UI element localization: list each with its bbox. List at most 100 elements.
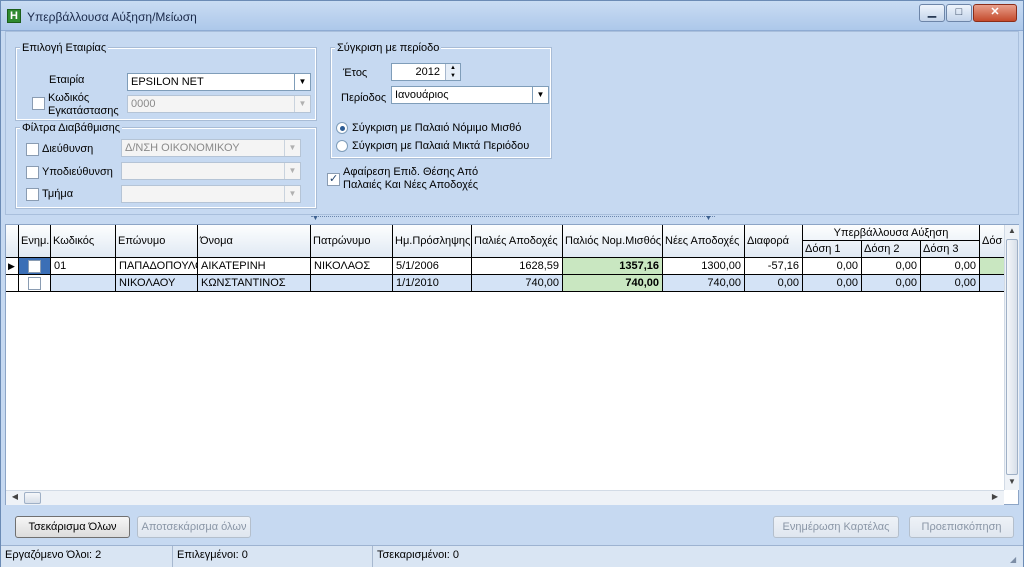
dose-3-cell[interactable]: 0,00 <box>921 258 980 275</box>
chevron-down-icon[interactable]: ▼ <box>284 140 300 156</box>
horizontal-scroll-thumb[interactable] <box>24 492 41 504</box>
old-legal-salary-cell[interactable]: 740,00 <box>563 275 663 292</box>
name-cell[interactable]: ΑΙΚΑΤΕΡΙΝΗ <box>198 258 311 275</box>
dose-1-cell[interactable]: 0,00 <box>803 258 862 275</box>
hire-date-cell[interactable]: 1/1/2010 <box>393 275 472 292</box>
surname-cell[interactable]: ΠΑΠΑΔΟΠΟΥΛΟΥ <box>116 258 198 275</box>
subdirection-combo[interactable]: ▼ <box>121 162 301 180</box>
new-earnings-cell[interactable]: 740,00 <box>663 275 745 292</box>
enabled-cell[interactable] <box>19 275 51 292</box>
table-row[interactable]: ▶ 01 ΠΑΠΑΔΟΠΟΥΛΟΥ ΑΙΚΑΤΕΡΙΝΗ ΝΙΚΟΛΑΟΣ 5/… <box>6 258 1004 275</box>
check-all-button[interactable]: Τσεκάρισμα Όλων <box>15 516 130 538</box>
surname-cell[interactable]: ΝΙΚΟΛΑΟΥ <box>116 275 198 292</box>
radio-legal-salary-label[interactable]: Σύγκριση με Παλαιό Νόμιμο Μισθό <box>352 122 521 134</box>
row-enabled-checkbox[interactable] <box>28 260 41 273</box>
radio-gross-period[interactable] <box>336 140 348 152</box>
direction-checkbox[interactable] <box>26 143 39 156</box>
vertical-scroll-thumb[interactable] <box>1006 239 1018 475</box>
update-card-button[interactable]: Ενημέρωση Καρτέλας <box>773 516 899 538</box>
scroll-left-icon[interactable]: ◀ <box>8 492 22 501</box>
vertical-scrollbar[interactable]: ▲ ▼ <box>1004 225 1019 490</box>
col-dose-2[interactable]: Δόση 2 <box>862 241 921 258</box>
subdirection-checkbox[interactable] <box>26 166 39 179</box>
col-fathers-name[interactable]: Πατρώνυμο <box>311 225 393 258</box>
radio-gross-period-label[interactable]: Σύγκριση με Παλαιά Μικτά Περιόδου <box>352 140 529 152</box>
table-row[interactable]: ΝΙΚΟΛΑΟΥ ΚΩΝΣΤΑΝΤΙΝΟΣ 1/1/2010 740,00 74… <box>6 275 1004 292</box>
scroll-right-icon[interactable]: ▶ <box>988 492 1002 501</box>
chevron-down-icon[interactable]: ▼ <box>284 163 300 179</box>
splitter-arrow-icon[interactable]: ▼ <box>705 215 712 222</box>
col-dose-1[interactable]: Δόση 1 <box>803 241 862 258</box>
row-indicator-header <box>6 225 19 258</box>
department-combo[interactable]: ▼ <box>121 185 301 203</box>
chevron-down-icon[interactable]: ▼ <box>294 96 310 112</box>
col-old-legal-salary[interactable]: Παλιός Νομ.Μισθός <box>563 225 663 258</box>
old-earnings-cell[interactable]: 740,00 <box>472 275 563 292</box>
col-name[interactable]: Όνομα <box>198 225 311 258</box>
maximize-button[interactable]: □ <box>946 4 972 22</box>
hire-date-cell[interactable]: 5/1/2006 <box>393 258 472 275</box>
fathers-name-cell[interactable]: ΝΙΚΟΛΑΟΣ <box>311 258 393 275</box>
horizontal-scrollbar[interactable]: ◀ ▶ <box>6 490 1004 505</box>
title-bar[interactable]: H Υπερβάλλουσα Αύξηση/Μείωση ▁ □ ✕ <box>1 1 1023 31</box>
enabled-cell[interactable] <box>19 258 51 275</box>
dose-2-cell[interactable]: 0,00 <box>862 275 921 292</box>
period-value: Ιανουάριος <box>395 89 449 101</box>
period-combo[interactable]: Ιανουάριος ▼ <box>391 86 549 104</box>
row-enabled-checkbox[interactable] <box>28 277 41 290</box>
close-button[interactable]: ✕ <box>973 4 1017 22</box>
minimize-button[interactable]: ▁ <box>919 4 945 22</box>
panel-splitter[interactable] <box>311 216 715 223</box>
dose-2-cell[interactable]: 0,00 <box>862 258 921 275</box>
preview-button[interactable]: Προεπισκόπηση <box>909 516 1014 538</box>
uncheck-all-button[interactable]: Αποτσεκάρισμα όλων <box>137 516 251 538</box>
chevron-down-icon[interactable]: ▼ <box>284 186 300 202</box>
chevron-down-icon[interactable]: ▼ <box>294 74 310 90</box>
radio-legal-salary[interactable] <box>336 122 348 134</box>
install-code-label-2: Εγκατάστασης <box>48 105 119 117</box>
install-code-checkbox[interactable] <box>32 97 45 110</box>
direction-combo[interactable]: Δ/ΝΣΗ ΟΙΚΟΝΟΜΙΚΟΥ ▼ <box>121 139 301 157</box>
spin-up-icon[interactable]: ▲ <box>445 64 460 72</box>
row-indicator <box>6 275 19 292</box>
col-code[interactable]: Κωδικός <box>51 225 116 258</box>
col-group-excess-raise: Υπερβάλλουσα Αύξηση <box>803 225 980 241</box>
year-stepper[interactable]: 2012 ▲ ▼ <box>391 63 461 81</box>
col-dose-4[interactable]: Δόσ <box>980 225 1004 258</box>
company-combo[interactable]: EPSILON NET ▼ <box>127 73 311 91</box>
dose-1-cell[interactable]: 0,00 <box>803 275 862 292</box>
splitter-arrow-icon[interactable]: ▼ <box>312 215 319 222</box>
scroll-up-icon[interactable]: ▲ <box>1005 226 1019 235</box>
code-cell[interactable] <box>51 275 116 292</box>
install-code-combo[interactable]: 0000 ▼ <box>127 95 311 113</box>
chevron-down-icon[interactable]: ▼ <box>532 87 548 103</box>
difference-cell[interactable]: -57,16 <box>745 258 803 275</box>
col-hire-date[interactable]: Ημ.Πρόσληψης <box>393 225 472 258</box>
fathers-name-cell[interactable] <box>311 275 393 292</box>
deduct-position-allowance-checkbox[interactable] <box>327 172 340 186</box>
code-cell[interactable]: 01 <box>51 258 116 275</box>
col-dose-3[interactable]: Δόση 3 <box>921 241 980 258</box>
old-legal-salary-cell[interactable]: 1357,16 <box>563 258 663 275</box>
status-selected: Επιλεγμένοι: 0 <box>173 546 373 567</box>
difference-cell[interactable]: 0,00 <box>745 275 803 292</box>
name-cell[interactable]: ΚΩΝΣΤΑΝΤΙΝΟΣ <box>198 275 311 292</box>
period-group-title: Σύγκριση με περίοδο <box>335 42 442 54</box>
dose-4-cell[interactable] <box>980 258 1004 275</box>
subdirection-label: Υποδιεύθυνση <box>42 166 113 178</box>
col-old-earnings[interactable]: Παλιές Αποδοχές <box>472 225 563 258</box>
col-new-earnings[interactable]: Νέες Αποδοχές <box>663 225 745 258</box>
dose-3-cell[interactable]: 0,00 <box>921 275 980 292</box>
scroll-down-icon[interactable]: ▼ <box>1005 477 1019 486</box>
col-enabled[interactable]: Ενημ. <box>19 225 51 258</box>
new-earnings-cell[interactable]: 1300,00 <box>663 258 745 275</box>
spin-down-icon[interactable]: ▼ <box>445 72 460 80</box>
col-surname[interactable]: Επώνυμο <box>116 225 198 258</box>
resize-grip-icon[interactable]: ◢ <box>1010 555 1020 565</box>
year-value: 2012 <box>415 66 440 78</box>
department-checkbox[interactable] <box>26 188 39 201</box>
col-difference[interactable]: Διαφορά <box>745 225 803 258</box>
install-code-label-1: Κωδικός <box>48 92 90 104</box>
old-earnings-cell[interactable]: 1628,59 <box>472 258 563 275</box>
dose-4-cell[interactable] <box>980 275 1004 292</box>
